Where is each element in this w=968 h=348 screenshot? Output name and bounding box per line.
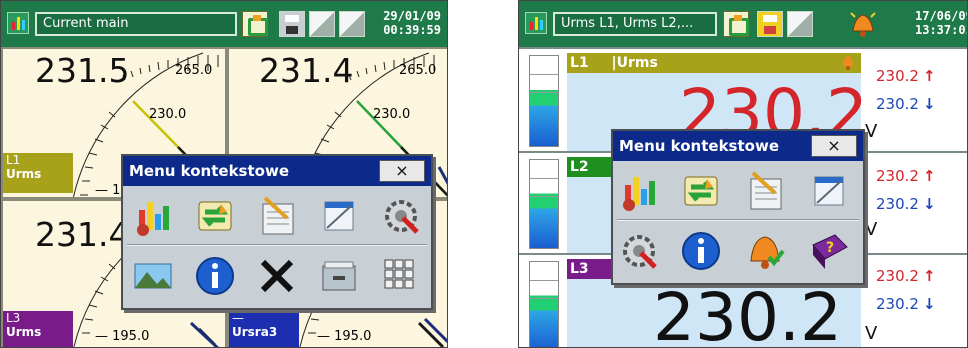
svg-text:?: ?: [826, 240, 834, 256]
toolbar-button[interactable]: [339, 11, 365, 37]
level-bar: [529, 159, 559, 249]
channel-label-ursra3: — Ursra3: [229, 311, 299, 347]
min-value: 230.2 ↓: [876, 195, 936, 213]
main-value: 230.2: [653, 279, 842, 348]
alarm-bell-icon[interactable]: [849, 9, 877, 39]
chart-icon[interactable]: [129, 192, 177, 240]
channel-name: L1: [6, 153, 21, 167]
channel-param: |Urms: [611, 55, 658, 71]
gauge-value: 231.5: [35, 51, 130, 90]
channel-band: L3: [567, 259, 617, 279]
date-label: 17/06/09: [915, 9, 968, 23]
top-bar: Current main 29/01/09 00:39:59: [1, 1, 447, 47]
gauge-max-label: 265.0: [175, 63, 213, 78]
channel-band: L2: [567, 157, 617, 177]
refresh-icon[interactable]: [191, 192, 239, 240]
refresh-icon[interactable]: [242, 11, 268, 37]
max-value: 230.2 ↑: [876, 167, 936, 185]
close-button[interactable]: ×: [379, 160, 425, 182]
channel-param: Ursra3: [232, 325, 278, 339]
unit-label: V: [865, 323, 878, 344]
notepad-icon[interactable]: [253, 192, 301, 240]
chart-app-icon[interactable]: [7, 12, 29, 34]
gauge-min-label: — 195.0: [95, 329, 150, 344]
min-value: 230.2 ↓: [876, 95, 936, 113]
channel-label-l3: L3 Urms: [3, 311, 73, 347]
screen-title[interactable]: Urms L1, Urms L2,...: [553, 12, 717, 36]
toolbar-button[interactable]: [309, 11, 335, 37]
time-label: 00:39:59: [383, 23, 441, 37]
settings-icon[interactable]: [377, 192, 425, 240]
channel-param: Urms: [6, 167, 42, 181]
window-icon[interactable]: [315, 192, 363, 240]
unit-label: V: [865, 121, 878, 142]
gauge-min-label: — 195.0: [317, 329, 372, 344]
datetime: 17/06/09 13:37:01: [915, 9, 968, 37]
notepad-icon[interactable]: [741, 167, 789, 215]
channel-param: Urms: [6, 325, 42, 339]
refresh-icon[interactable]: [723, 11, 749, 37]
min-value: 230.2 ↓: [876, 295, 936, 313]
refresh-icon[interactable]: [677, 167, 725, 215]
gauge-value: 231.4: [259, 51, 354, 90]
close-button[interactable]: ×: [811, 135, 857, 157]
gauge-mid-label: 230.0: [149, 107, 187, 122]
channel-name: L1: [570, 55, 589, 71]
channel-name: —: [232, 311, 244, 325]
max-value: 230.2 ↑: [876, 267, 936, 285]
datetime: 29/01/09 00:39:59: [383, 9, 441, 37]
context-menu: Menu kontekstowe × ?: [611, 129, 865, 285]
landscape-icon[interactable]: [129, 252, 177, 300]
minmax: 230.2 ↑ 230.2 ↓: [876, 265, 936, 315]
channel-name: L3: [6, 311, 21, 325]
toolbar-button[interactable]: [787, 11, 813, 37]
max-value: 230.2 ↑: [876, 67, 936, 85]
drawer-icon[interactable]: [315, 252, 363, 300]
top-bar: Urms L1, Urms L2,... 17/06/09 13:37:01: [519, 1, 967, 47]
level-bar: [529, 55, 559, 147]
right-screen: Urms L1, Urms L2,... 17/06/09 13:37:01 L…: [518, 0, 968, 348]
channel-band: L1 |Urms: [567, 53, 861, 73]
minmax: 230.2 ↑ 230.2 ↓: [876, 165, 936, 215]
info-icon[interactable]: [191, 252, 239, 300]
date-label: 29/01/09: [383, 9, 441, 23]
save-disk-icon[interactable]: [757, 11, 783, 37]
gauge-mid-label: 230.0: [373, 107, 411, 122]
alarm-bell-icon[interactable]: [741, 227, 789, 275]
delete-icon[interactable]: [253, 252, 301, 300]
settings-icon[interactable]: [615, 227, 663, 275]
info-icon[interactable]: [677, 227, 725, 275]
context-menu: Menu kontekstowe ×: [121, 154, 433, 310]
minmax: 230.2 ↑ 230.2 ↓: [876, 65, 936, 115]
chart-app-icon[interactable]: [525, 12, 547, 34]
save-disk-icon[interactable]: [279, 11, 305, 37]
gauge-max-label: 265.0: [399, 63, 437, 78]
chart-icon[interactable]: [615, 167, 663, 215]
channel-label-l1: L1 Urms: [3, 153, 73, 193]
window-icon[interactable]: [805, 167, 853, 215]
help-book-icon[interactable]: ?: [805, 227, 853, 275]
left-screen: Current main 29/01/09 00:39:59 231.5 265…: [0, 0, 448, 348]
channel-name: L3: [570, 261, 589, 277]
channel-name: L2: [570, 159, 589, 175]
separator: [617, 219, 859, 221]
separator: [127, 244, 427, 246]
level-bar: [529, 261, 559, 347]
screen-title[interactable]: Current main: [35, 12, 237, 36]
keyboard-icon[interactable]: [377, 252, 425, 300]
time-label: 13:37:01: [915, 23, 968, 37]
gauge-value: 231.4: [35, 215, 130, 254]
unit-label: V: [865, 219, 878, 240]
